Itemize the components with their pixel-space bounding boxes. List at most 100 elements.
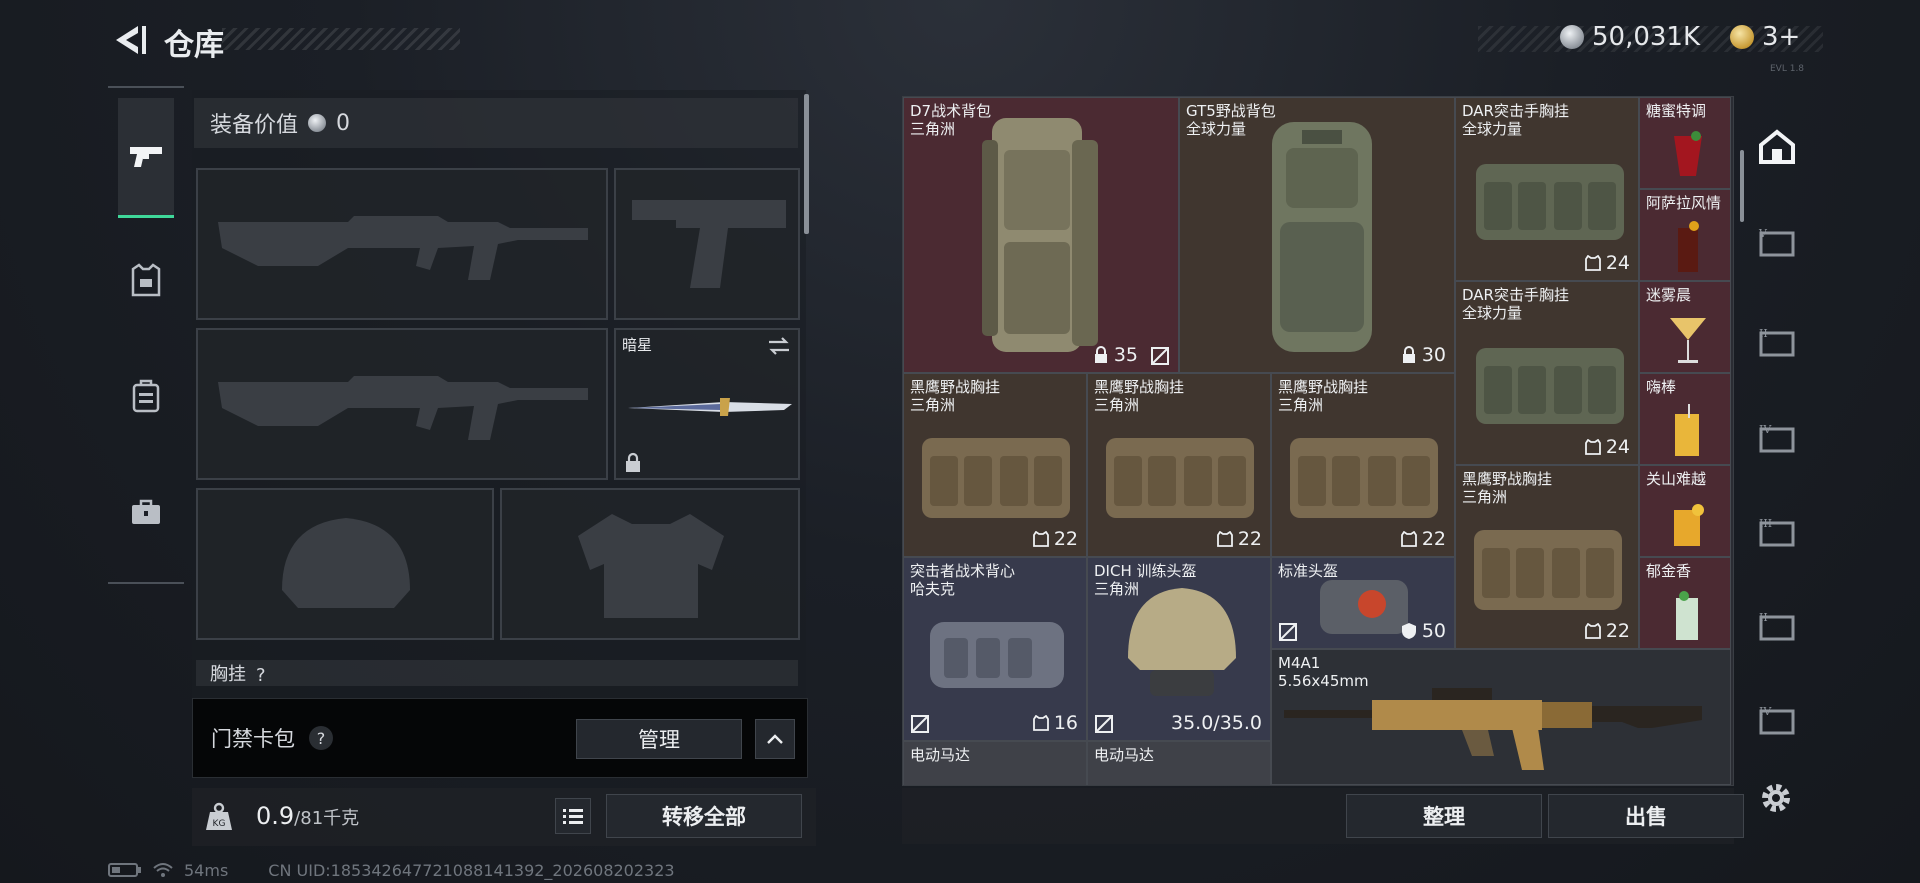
item-name: 郁金香 [1646, 562, 1692, 580]
equipment-scrollbar[interactable] [804, 94, 809, 234]
rifle-silhouette-icon [218, 376, 588, 440]
transfer-all-button[interactable]: 转移全部 [606, 794, 802, 838]
item-count: 30 [1401, 344, 1446, 366]
item-assault-vest[interactable]: 突击者战术背心 哈夫克 16 [903, 557, 1087, 741]
stash-actions: 整理 出售 [902, 788, 1744, 844]
right-nav-tier-5[interactable]: II [1748, 598, 1806, 656]
chest-rig-label: 胸挂 [210, 664, 246, 685]
chevron-up-icon [767, 734, 783, 744]
chest-rig-help-icon[interactable]: ? [256, 665, 266, 686]
ping-value: 54ms [184, 860, 229, 880]
backpack-icon [132, 379, 160, 413]
sidearm-slot[interactable] [614, 168, 800, 320]
rifle-image [1284, 688, 1702, 770]
item-gt5-backpack[interactable]: GT5野战背包 全球力量 30 [1179, 97, 1455, 373]
item-blackhawk-rig-1[interactable]: 黑鹰野战胸挂 三角洲 22 [903, 373, 1087, 557]
gold-coin-icon [1730, 25, 1754, 49]
vest-image [930, 622, 1064, 688]
item-d7-backpack[interactable]: D7战术背包 三角洲 35 [903, 97, 1179, 373]
right-nav-tier-4[interactable]: III [1748, 504, 1806, 562]
right-nav-tier-1[interactable]: V [1748, 214, 1806, 272]
settings-button[interactable] [1758, 780, 1794, 816]
helmet-slot[interactable] [196, 488, 494, 640]
primary-weapon-slot-1[interactable] [196, 168, 608, 320]
shield-icon [1401, 623, 1416, 639]
right-nav-tier-2[interactable]: II [1748, 314, 1806, 372]
help-icon[interactable]: ? [309, 726, 333, 750]
primary-weapon-slot-2[interactable] [196, 328, 608, 480]
item-drink-5[interactable]: 关山难越 [1639, 465, 1731, 557]
silver-currency[interactable]: 50,031K [1560, 20, 1700, 54]
weight-icon: KG [204, 802, 234, 832]
stash-grid: D7战术背包 三角洲 35 GT5野战背包 全球力量 30 DAR突击手胸挂 全… [902, 96, 1734, 786]
item-count: 35 [1093, 344, 1138, 366]
expand-button[interactable] [755, 719, 795, 759]
pistol-icon [130, 146, 162, 167]
no-trade-icon [1151, 347, 1169, 365]
list-view-button[interactable] [555, 798, 591, 834]
svg-text:IV: IV [1759, 705, 1772, 718]
item-name: 嗨棒 [1646, 378, 1677, 396]
sell-button[interactable]: 出售 [1548, 794, 1744, 838]
title-decoration [222, 28, 460, 50]
sort-button[interactable]: 整理 [1346, 794, 1542, 838]
card-pack-bar: 门禁卡包 ? 管理 [192, 698, 808, 778]
item-name: 电动马达 [1094, 746, 1155, 764]
lock-icon [1402, 346, 1415, 363]
vest-icon [1216, 531, 1233, 547]
gold-currency[interactable]: 3+ [1730, 20, 1800, 54]
rifle-silhouette-icon [218, 216, 588, 280]
item-motor-1[interactable]: 电动马达 [903, 741, 1087, 785]
weight-icon-text: KG [213, 819, 226, 829]
swap-icon[interactable] [766, 336, 792, 356]
no-trade-icon [911, 715, 929, 733]
item-standard-helmet[interactable]: 标准头盔 50 [1271, 557, 1455, 649]
item-name: 迷雾晨 [1646, 286, 1692, 304]
wifi-icon [153, 863, 173, 877]
vest-icon [1400, 531, 1417, 547]
item-dar-rig-1[interactable]: DAR突击手胸挂 全球力量 24 [1455, 97, 1639, 281]
battery-icon [108, 863, 141, 877]
weight-readout: 0.9 /81千克 [256, 802, 359, 830]
cocktail-image [1674, 131, 1702, 176]
item-drink-2[interactable]: 阿萨拉风情 [1639, 189, 1731, 281]
home-icon [1759, 129, 1795, 164]
manage-button[interactable]: 管理 [576, 719, 742, 759]
cocktail-image [1676, 591, 1698, 640]
item-drink-1[interactable]: 糖蜜特调 [1639, 97, 1731, 189]
tier-ii-icon: II [1759, 611, 1795, 641]
item-drink-3[interactable]: 迷雾晨 [1639, 281, 1731, 373]
nav-armor[interactable] [118, 248, 174, 312]
nav-toolbox[interactable] [118, 480, 174, 544]
item-count: 16 [1032, 712, 1078, 734]
item-blackhawk-rig-3[interactable]: 黑鹰野战胸挂 三角洲 22 [1271, 373, 1455, 557]
nav-weapon[interactable] [118, 98, 174, 218]
svg-text:II: II [1759, 327, 1768, 340]
item-motor-2[interactable]: 电动马达 [1087, 741, 1271, 785]
chest-rig-image [1474, 530, 1622, 610]
item-dich-helmet[interactable]: DICH 训练头盔 三角洲 35.0/35.0 [1087, 557, 1271, 741]
body-armor-slot[interactable] [500, 488, 800, 640]
item-m4a1[interactable]: M4A1 5.56x45mm [1271, 649, 1731, 785]
right-nav-tier-6[interactable]: IV [1748, 692, 1806, 750]
item-blackhawk-rig-2[interactable]: 黑鹰野战胸挂 三角洲 22 [1087, 373, 1271, 557]
item-blackhawk-rig-4[interactable]: 黑鹰野战胸挂 三角洲 22 [1455, 465, 1639, 649]
tier-iv-icon: IV [1759, 705, 1795, 735]
item-dar-rig-2[interactable]: DAR突击手胸挂 全球力量 24 [1455, 281, 1639, 465]
back-button[interactable] [108, 22, 150, 58]
tier-v-icon: V [1758, 227, 1795, 257]
backpack-image [982, 118, 1098, 352]
item-durability: 35.0/35.0 [1170, 712, 1262, 734]
item-drink-4[interactable]: 嗨棒 [1639, 373, 1731, 465]
melee-slot[interactable]: 暗星 [614, 328, 800, 480]
silver-amount: 50,031K [1592, 22, 1701, 52]
item-count: 22 [1400, 528, 1446, 550]
right-nav-home[interactable] [1748, 118, 1806, 176]
item-name: 黑鹰野战胸挂 三角洲 [1278, 378, 1369, 414]
nav-backpack[interactable] [118, 364, 174, 428]
right-nav-tier-3[interactable]: IV [1748, 410, 1806, 468]
item-name: 糖蜜特调 [1646, 102, 1707, 120]
back-arrow-icon [116, 26, 146, 54]
tier-iii-icon: III [1759, 517, 1795, 547]
item-drink-6[interactable]: 郁金香 [1639, 557, 1731, 649]
